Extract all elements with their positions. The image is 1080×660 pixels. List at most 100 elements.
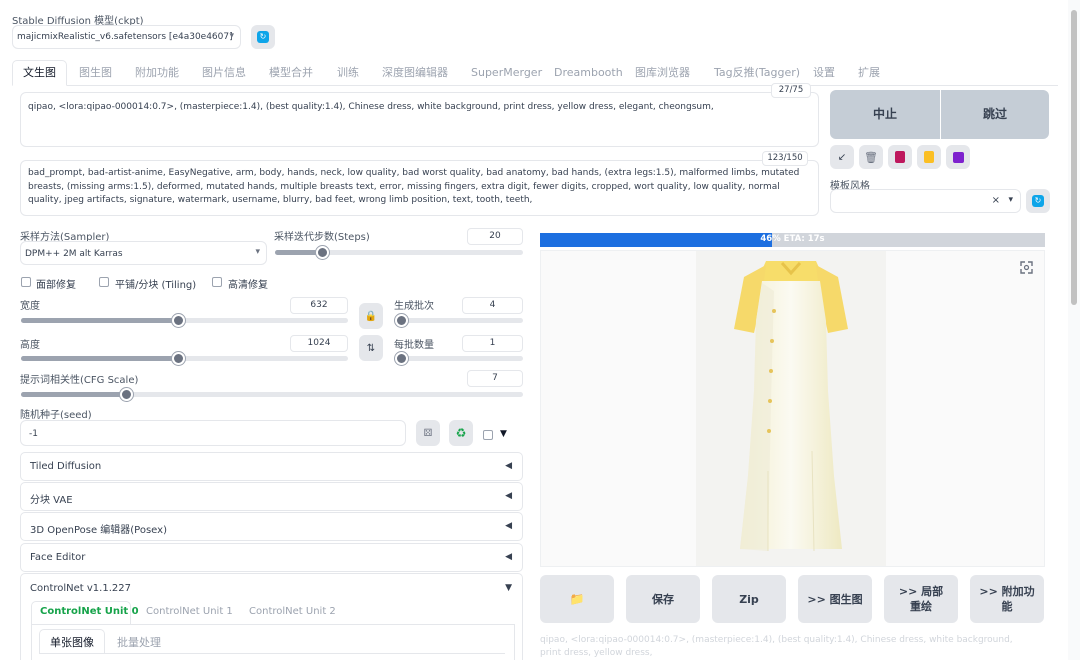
sampler-value: DPM++ 2M alt Karras [25,249,123,259]
dice-icon: ⚄ [423,427,433,439]
tab-img2img[interactable]: 图生图 [79,62,112,84]
tab-pnginfo[interactable]: 图片信息 [202,62,246,84]
lock-ratio-button[interactable]: 🔒 [359,303,383,329]
zip-button[interactable]: Zip [712,575,786,623]
tab-train[interactable]: 训练 [337,62,359,84]
tab-supermerger[interactable]: SuperMerger [471,62,542,84]
tiling-label: 平铺/分块 (Tiling) [115,280,197,291]
arrow-diagonal-icon: ↙ [837,151,847,163]
slider-knob[interactable] [171,314,185,327]
reuse-seed-button[interactable]: ♻ [449,420,473,446]
read-params-button[interactable]: ↙ [830,145,854,169]
batch-size-input[interactable]: 1 [462,335,523,352]
accordion-title: 分块 VAE [30,495,73,506]
extra-seed-toggle-icon[interactable]: ▼ [500,429,507,439]
negative-prompt-textarea[interactable]: bad_prompt, bad-artist-anime, EasyNegati… [20,160,819,216]
width-slider[interactable] [21,314,348,327]
accordion-title: 3D OpenPose 编辑器(Posex) [30,525,167,536]
tab-dreambooth[interactable]: Dreambooth [554,62,623,84]
trash-icon: 🗑 [864,150,878,164]
refresh-icon: ↻ [1032,195,1044,207]
steps-slider[interactable] [275,246,523,259]
width-input[interactable]: 632 [290,297,348,314]
seed-input[interactable]: -1 [20,420,406,446]
scrollbar-thumb[interactable] [1071,10,1077,305]
collapse-arrow-icon: ◀ [505,461,512,471]
batch-size-slider[interactable] [395,352,523,365]
extra-networks-button[interactable] [888,145,912,169]
slider-knob[interactable] [171,352,185,365]
slider-knob[interactable] [120,388,134,401]
send-to-inpaint-button[interactable]: >> 局部重绘 [884,575,958,623]
tab-controlnet-unit-1[interactable]: ControlNet Unit 1 [146,606,233,617]
save-style-button[interactable] [946,145,970,169]
cfg-input[interactable]: 7 [467,370,523,387]
tab-txt2img[interactable]: 文生图 [23,62,56,84]
accordion-tiled-diffusion[interactable]: Tiled Diffusion ◀ [20,452,523,481]
interrupt-button[interactable]: 中止 [830,90,940,139]
skip-button[interactable]: 跳过 [941,90,1049,139]
tab-gallery[interactable]: 图库浏览器 [635,62,690,84]
model-select[interactable]: majicmixRealistic_v6.safetensors [e4a30e… [12,25,241,49]
sampler-select[interactable]: DPM++ 2M alt Karras ▾ [20,241,267,265]
tab-settings[interactable]: 设置 [813,62,835,84]
chevron-down-icon: ▾ [229,31,234,41]
tab-controlnet-unit-0[interactable]: ControlNet Unit 0 [40,606,139,617]
accordion-posex[interactable]: 3D OpenPose 编辑器(Posex) ◀ [20,512,523,541]
tab-merge[interactable]: 模型合并 [269,62,313,84]
send-to-extras-button[interactable]: >> 附加功能 [970,575,1044,623]
chevron-down-icon: ▾ [255,247,260,257]
height-slider[interactable] [21,352,348,365]
prompt-textarea[interactable]: qipao, <lora:qipao-000014:0.7>, (masterp… [20,92,819,147]
tab-controlnet-unit-2[interactable]: ControlNet Unit 2 [249,606,336,617]
slider-knob[interactable] [395,314,408,327]
tab-tagger[interactable]: Tag反推(Tagger) [714,62,800,84]
result-gallery [540,250,1045,567]
tiling-checkbox[interactable] [99,277,109,287]
accordion-face-editor[interactable]: Face Editor ◀ [20,543,523,572]
clear-icon[interactable]: × [992,195,1000,206]
swap-dimensions-button[interactable]: ⇅ [359,335,383,361]
extra-seed-checkbox[interactable] [483,430,493,440]
cfg-label: 提示词相关性(CFG Scale) [20,375,139,386]
tab-extensions[interactable]: 扩展 [858,62,880,84]
collapse-arrow-icon: ◀ [505,491,512,501]
tab-batch[interactable]: 批量处理 [117,634,161,650]
batch-count-label: 生成批次 [394,301,434,312]
clear-prompt-button[interactable]: 🗑 [859,145,883,169]
refresh-styles-button[interactable]: ↻ [1026,189,1050,213]
tab-depth[interactable]: 深度图编辑器 [382,62,448,84]
dress-image [734,261,848,552]
accordion-tiled-vae[interactable]: 分块 VAE ◀ [20,482,523,511]
width-label: 宽度 [20,301,40,312]
slider-knob[interactable] [395,352,408,365]
open-folder-button[interactable]: 📁 [540,575,614,623]
height-input[interactable]: 1024 [290,335,348,352]
seed-label: 随机种子(seed) [20,410,92,421]
steps-input[interactable]: 20 [467,228,523,245]
page-scrollbar[interactable] [1068,0,1080,660]
prompt-text: qipao, <lora:qipao-000014:0.7>, (masterp… [28,102,714,112]
tab-single-image[interactable]: 单张图像 [50,634,94,650]
batch-count-slider[interactable] [395,314,523,327]
chevron-down-icon: ▾ [1008,195,1013,205]
apply-style-button[interactable] [917,145,941,169]
save-button[interactable]: 保存 [626,575,700,623]
expand-arrow-icon: ▼ [505,583,512,593]
fullscreen-icon[interactable] [1018,259,1035,276]
tab-extras[interactable]: 附加功能 [135,62,179,84]
cfg-slider[interactable] [21,388,523,401]
random-seed-button[interactable]: ⚄ [416,420,440,446]
recycle-icon: ♻ [455,426,467,440]
refresh-model-button[interactable]: ↻ [251,25,275,49]
send-to-img2img-button[interactable]: >> 图生图 [798,575,872,623]
slider-knob[interactable] [316,246,330,259]
hires-fix-checkbox[interactable] [212,277,222,287]
face-restore-checkbox[interactable] [21,277,31,287]
generated-image[interactable] [696,251,886,566]
batch-count-input[interactable]: 4 [462,297,523,314]
styles-select[interactable]: × ▾ [830,189,1021,213]
accordion-title: ControlNet v1.1.227 [30,583,131,594]
folder-icon: 📁 [569,591,585,606]
refresh-icon: ↻ [257,31,269,43]
